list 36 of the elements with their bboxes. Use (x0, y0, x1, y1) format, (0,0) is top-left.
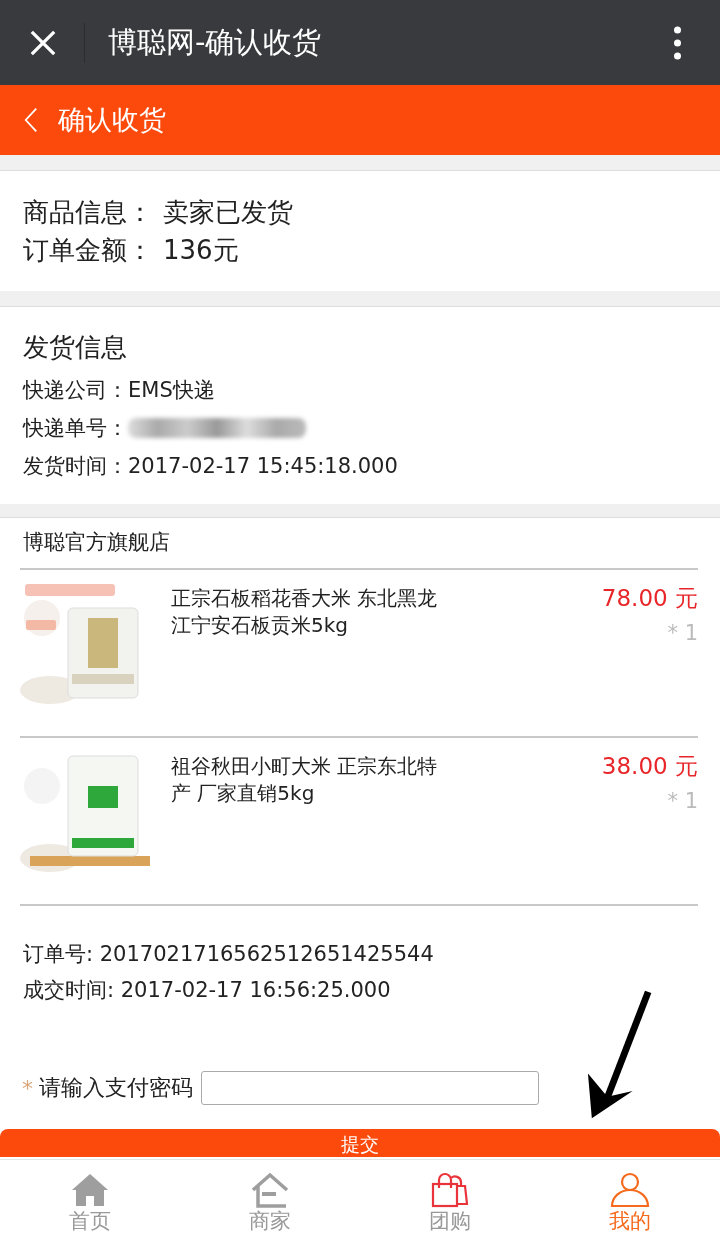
field-label: 订单金额： (23, 234, 153, 267)
field-label: 请输入支付密码 (39, 1074, 193, 1102)
shop-icon (250, 1172, 290, 1208)
required-mark: * (22, 1075, 33, 1101)
field-value: 卖家已发货 (163, 196, 293, 229)
submit-button[interactable]: 提交 (0, 1129, 720, 1157)
field-value: EMS快递 (128, 377, 215, 404)
product-quantity: * 1 (667, 621, 698, 645)
product-price: 38.00 元 (601, 752, 698, 781)
more-icon[interactable] (673, 25, 682, 60)
order-info-text: 订单号: 2017021716562512651425544 (23, 941, 435, 968)
nav-tab[interactable]: 团购 (360, 1160, 540, 1238)
field-label: 发货时间： (23, 453, 128, 480)
nav-tab[interactable]: 我的 (540, 1160, 720, 1238)
section-title: 发货信息 (23, 331, 128, 364)
product-title[interactable]: 正宗石板稻花香大米 东北黑龙江宁安石板贡米5kg (171, 585, 451, 736)
product-price: 78.00 元 (601, 584, 698, 613)
window-title: 博聪网-确认收货 (108, 23, 323, 61)
field-value: 136元 (163, 234, 239, 267)
nav-tab[interactable]: 商家 (180, 1160, 360, 1238)
password-field[interactable] (201, 1071, 539, 1105)
close-icon[interactable] (29, 28, 57, 57)
page-title: 确认收货 (58, 103, 166, 137)
order-info-text: 成交时间: 2017-02-17 16:56:25.000 (23, 977, 392, 1004)
product-quantity: * 1 (667, 789, 698, 813)
field-label: 快递单号： (23, 415, 128, 442)
field-value: 2017-02-17 15:45:18.000 (128, 453, 398, 480)
back-icon[interactable] (24, 106, 38, 134)
field-label: 商品信息： (23, 196, 153, 229)
home-icon (70, 1172, 110, 1208)
field-label: 快递公司： (23, 377, 128, 404)
nav-tab[interactable]: 首页 (0, 1160, 180, 1238)
user-icon (610, 1172, 650, 1208)
shopping-bag-icon (430, 1172, 470, 1208)
product-title[interactable]: 祖谷秋田小町大米 正宗东北特产 厂家直销5kg (171, 753, 451, 904)
store-name: 博聪官方旗舰店 (20, 518, 698, 570)
